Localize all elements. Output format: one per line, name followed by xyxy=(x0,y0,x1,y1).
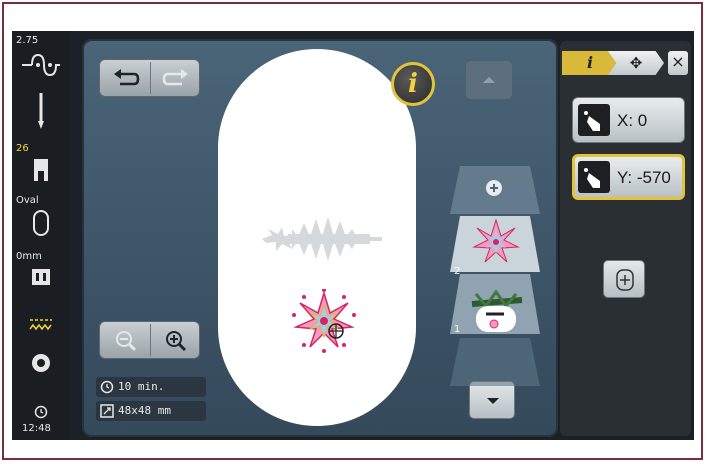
star-flower-motif[interactable] xyxy=(286,289,362,353)
zoom-in-icon[interactable] xyxy=(164,330,188,352)
design-size-text: 48x48 mm xyxy=(118,404,171,417)
layer-stack xyxy=(450,166,540,386)
tab-move[interactable]: ✥ xyxy=(608,51,664,75)
move-panel: i ✥ × X: 0 Y: -570 xyxy=(560,41,691,436)
x-value: X: 0 xyxy=(617,111,648,130)
thread-tension-value: 2.75 xyxy=(16,35,39,46)
hoop-center-icon xyxy=(616,269,634,291)
layer-number: 1 xyxy=(454,324,461,335)
layer-number: 2 xyxy=(454,266,461,277)
time-estimate-badge: 10 min. xyxy=(96,377,206,397)
hand-icon xyxy=(578,161,610,193)
info-button[interactable]: i xyxy=(391,62,435,106)
redo-icon[interactable] xyxy=(162,68,190,88)
stitch-plate-icon[interactable] xyxy=(12,265,70,289)
close-button[interactable]: × xyxy=(668,51,688,75)
y-value: Y: -570 xyxy=(617,168,671,187)
machine-screen: 2.75 26 Oval 0mm 12:48 10 min. 48x48 mm … xyxy=(12,31,694,440)
offset-value: 0mm xyxy=(16,251,42,262)
oval-hoop-canvas[interactable] xyxy=(218,49,416,426)
presser-foot-number: 26 xyxy=(16,143,29,154)
zoom-group xyxy=(99,321,200,359)
hoop-name: Oval xyxy=(16,195,39,206)
presser-foot-icon[interactable] xyxy=(12,157,70,185)
clock-icon xyxy=(34,405,48,419)
thread-tension-icon[interactable] xyxy=(12,51,70,77)
clock-icon xyxy=(100,380,114,394)
hand-icon xyxy=(578,104,610,136)
arrow-up-icon xyxy=(483,77,495,83)
editing-area: 10 min. 48x48 mm i 2 1 xyxy=(82,39,558,437)
time-display: 12:48 xyxy=(22,423,51,434)
feed-dog-icon[interactable] xyxy=(12,317,70,333)
oval-hoop-icon[interactable] xyxy=(12,209,70,237)
undo-redo-group xyxy=(99,59,200,97)
christmas-tree-motif[interactable] xyxy=(258,209,388,269)
resize-icon xyxy=(100,404,114,418)
center-design-button[interactable] xyxy=(603,260,645,298)
design-size-badge: 48x48 mm xyxy=(96,401,206,421)
undo-icon[interactable] xyxy=(112,68,140,88)
needle-icon[interactable] xyxy=(12,91,70,131)
bobbin-icon[interactable] xyxy=(12,351,70,375)
tab-info[interactable]: i xyxy=(562,51,618,75)
zoom-out-icon[interactable] xyxy=(114,330,138,352)
time-estimate-text: 10 min. xyxy=(118,380,165,393)
x-coordinate-button[interactable]: X: 0 xyxy=(572,97,685,143)
layer-up-button[interactable] xyxy=(466,61,512,99)
left-sidebar: 2.75 26 Oval 0mm 12:48 xyxy=(12,31,70,440)
y-coordinate-button[interactable]: Y: -570 xyxy=(572,154,685,200)
